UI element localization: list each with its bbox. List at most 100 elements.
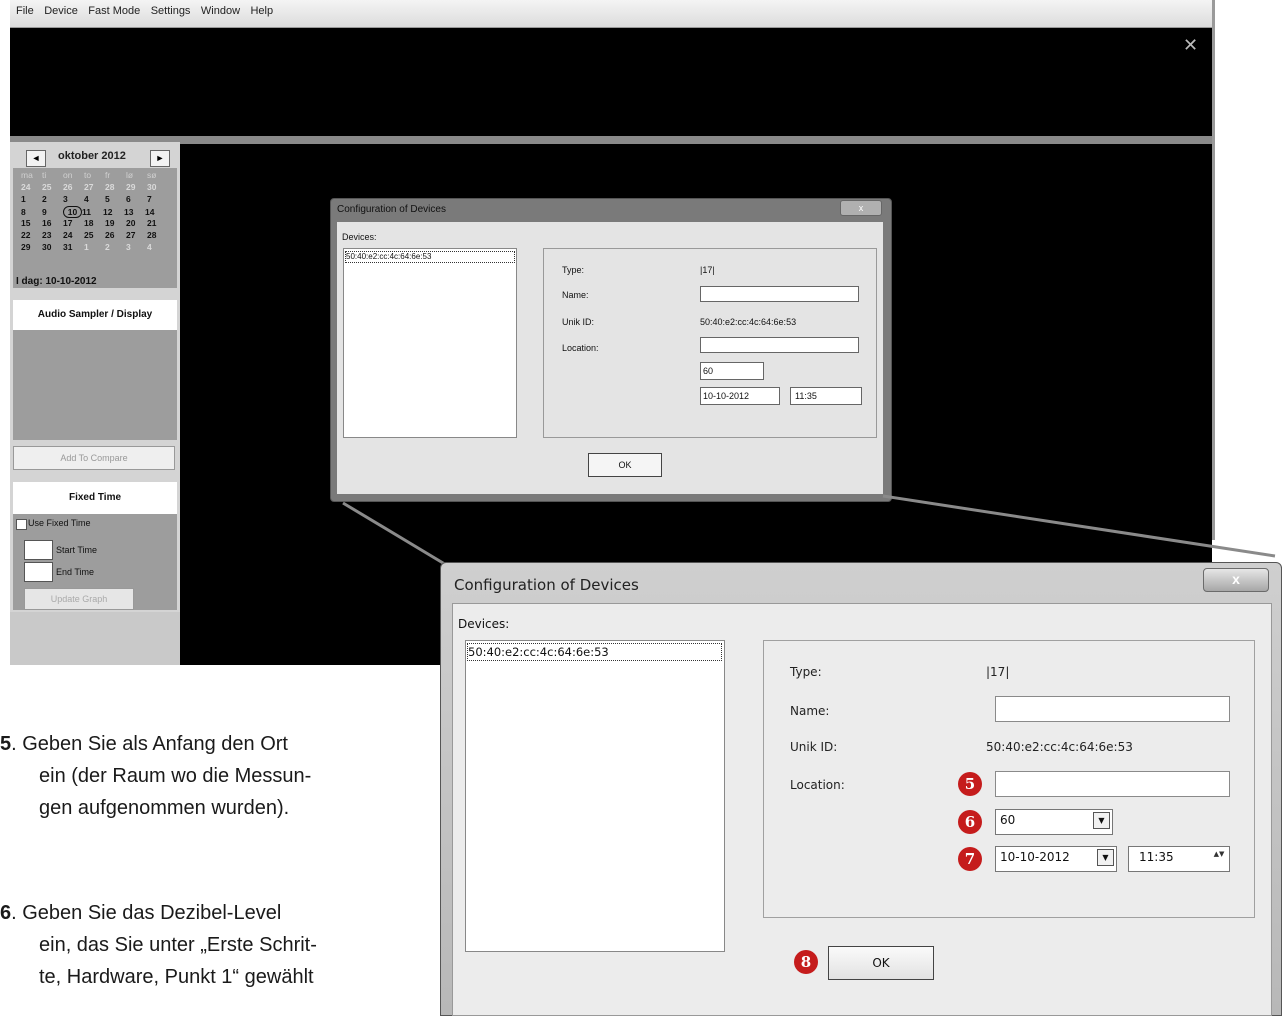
- calendar-day[interactable]: 2: [105, 242, 126, 252]
- calendar-day[interactable]: 24: [63, 230, 84, 240]
- calendar-day[interactable]: 29: [21, 242, 42, 252]
- devices-label: Devices:: [458, 617, 510, 631]
- calendar-day[interactable]: 31: [63, 242, 84, 252]
- calendar-day[interactable]: 21: [147, 218, 168, 228]
- calendar-day[interactable]: 24: [21, 182, 42, 192]
- instruction-step-5: 5. Geben Sie als Anfang den Ort ein (der…: [0, 728, 420, 824]
- calendar-week-row: 24 25 26 27 28 29 30: [21, 182, 168, 192]
- menu-window[interactable]: Window: [201, 0, 240, 22]
- calendar-day[interactable]: 19: [105, 218, 126, 228]
- calendar-day[interactable]: 26: [105, 230, 126, 240]
- calendar-day[interactable]: 25: [84, 230, 105, 240]
- instruction-text: ein, das Sie unter „Erste Schrit-: [39, 934, 317, 956]
- calendar-day[interactable]: 27: [126, 230, 147, 240]
- calendar-day[interactable]: 30: [42, 242, 63, 252]
- close-icon[interactable]: ✕: [1183, 36, 1198, 54]
- calendar-day-today[interactable]: 10: [63, 206, 82, 218]
- calendar-day[interactable]: 16: [42, 218, 63, 228]
- calendar-day[interactable]: 1: [84, 242, 105, 252]
- calendar-day[interactable]: 28: [105, 182, 126, 192]
- time-spinner[interactable]: 11:35 ▲▼: [1128, 846, 1230, 872]
- chevron-down-icon[interactable]: ▼: [1093, 812, 1110, 829]
- use-fixed-time-checkbox[interactable]: [16, 519, 27, 530]
- devices-list[interactable]: [343, 248, 517, 438]
- calendar-week-row: 15 16 17 18 19 20 21: [21, 218, 168, 228]
- calendar-day[interactable]: 5: [105, 194, 126, 204]
- calendar-day[interactable]: 30: [147, 182, 168, 192]
- calendar-day[interactable]: 7: [147, 194, 168, 204]
- calendar-day[interactable]: 27: [84, 182, 105, 192]
- close-icon[interactable]: x: [840, 200, 882, 216]
- location-input[interactable]: [700, 337, 859, 353]
- time-spinner[interactable]: 11:35: [790, 387, 862, 405]
- calendar-day[interactable]: 9: [42, 207, 63, 217]
- dialog-title: Configuration of Devices: [337, 204, 446, 215]
- calendar-day[interactable]: 11: [82, 207, 103, 217]
- calendar-day[interactable]: 18: [84, 218, 105, 228]
- calendar-day[interactable]: 6: [126, 194, 147, 204]
- name-input[interactable]: [995, 696, 1230, 722]
- menu-help[interactable]: Help: [250, 0, 273, 22]
- calendar-next-button[interactable]: ►: [150, 150, 170, 167]
- divider: [10, 136, 1212, 144]
- spin-arrows-icon[interactable]: ▲▼: [1212, 850, 1226, 866]
- menu-settings[interactable]: Settings: [151, 0, 191, 22]
- calendar-day[interactable]: 3: [126, 242, 147, 252]
- calendar-prev-button[interactable]: ◄: [26, 150, 46, 167]
- date-value: 10-10-2012: [1000, 850, 1070, 864]
- chevron-down-icon[interactable]: ▼: [1097, 849, 1114, 866]
- level-value: 60: [1000, 813, 1016, 827]
- devices-list[interactable]: [465, 640, 725, 952]
- calendar-day[interactable]: 3: [63, 194, 84, 204]
- today-link[interactable]: I dag: 10-10-2012: [16, 276, 97, 287]
- audio-sampler-area: [13, 330, 177, 440]
- start-time-input[interactable]: [24, 540, 53, 560]
- calendar-day[interactable]: 2: [42, 194, 63, 204]
- unik-id-label: Unik ID:: [562, 317, 595, 327]
- calendar-day[interactable]: 1: [21, 194, 42, 204]
- location-input[interactable]: [995, 771, 1230, 797]
- calendar-day[interactable]: 15: [21, 218, 42, 228]
- menu-fast-mode[interactable]: Fast Mode: [88, 0, 140, 22]
- instruction-text: . Geben Sie als Anfang den Ort: [11, 733, 288, 755]
- step-badge-5: 5: [958, 772, 982, 796]
- weekday: lø: [126, 170, 134, 180]
- devices-label: Devices:: [342, 232, 377, 242]
- calendar-day[interactable]: 22: [21, 230, 42, 240]
- type-label: Type:: [790, 665, 822, 679]
- menu-file[interactable]: File: [16, 0, 34, 22]
- name-input[interactable]: [700, 286, 859, 302]
- calendar-day[interactable]: 20: [126, 218, 147, 228]
- close-icon[interactable]: x: [1203, 568, 1269, 592]
- calendar-day[interactable]: 17: [63, 218, 84, 228]
- date-picker[interactable]: 10-10-2012 ▼: [995, 846, 1117, 872]
- calendar-day[interactable]: 13: [124, 207, 145, 217]
- calendar-day[interactable]: 4: [84, 194, 105, 204]
- calendar-day[interactable]: 26: [63, 182, 84, 192]
- device-list-item[interactable]: 50:40:e2:cc:4c:64:6e:53: [467, 643, 722, 661]
- instruction-text: te, Hardware, Punkt 1“ gewählt: [39, 966, 314, 988]
- level-combo[interactable]: 60: [700, 362, 764, 380]
- update-graph-button[interactable]: Update Graph: [24, 588, 134, 610]
- date-picker[interactable]: 10-10-2012: [700, 387, 780, 405]
- dialog-title: Configuration of Devices: [454, 576, 639, 594]
- calendar-day[interactable]: 28: [147, 230, 168, 240]
- calendar-day[interactable]: 8: [21, 207, 42, 217]
- calendar-day[interactable]: 29: [126, 182, 147, 192]
- name-label: Name:: [562, 290, 589, 300]
- calendar-day[interactable]: 4: [147, 242, 168, 252]
- menu-device[interactable]: Device: [44, 0, 78, 22]
- level-combo[interactable]: 60 ▼: [995, 809, 1113, 835]
- calendar-day[interactable]: 23: [42, 230, 63, 240]
- location-label: Location:: [790, 778, 845, 792]
- instruction-step-6: 6. Geben Sie das Dezibel-Level ein, das …: [0, 897, 420, 993]
- calendar-day[interactable]: 14: [145, 207, 166, 217]
- ok-button[interactable]: OK: [588, 453, 662, 477]
- end-time-input[interactable]: [24, 562, 53, 582]
- device-list-item[interactable]: 50:40:e2:cc:4c:64:6e:53: [345, 251, 515, 263]
- add-to-compare-button[interactable]: Add To Compare: [13, 446, 175, 470]
- calendar-day[interactable]: 25: [42, 182, 63, 192]
- calendar-day[interactable]: 12: [103, 207, 124, 217]
- calendar-month-title: oktober 2012: [58, 150, 126, 162]
- ok-button[interactable]: OK: [828, 946, 934, 980]
